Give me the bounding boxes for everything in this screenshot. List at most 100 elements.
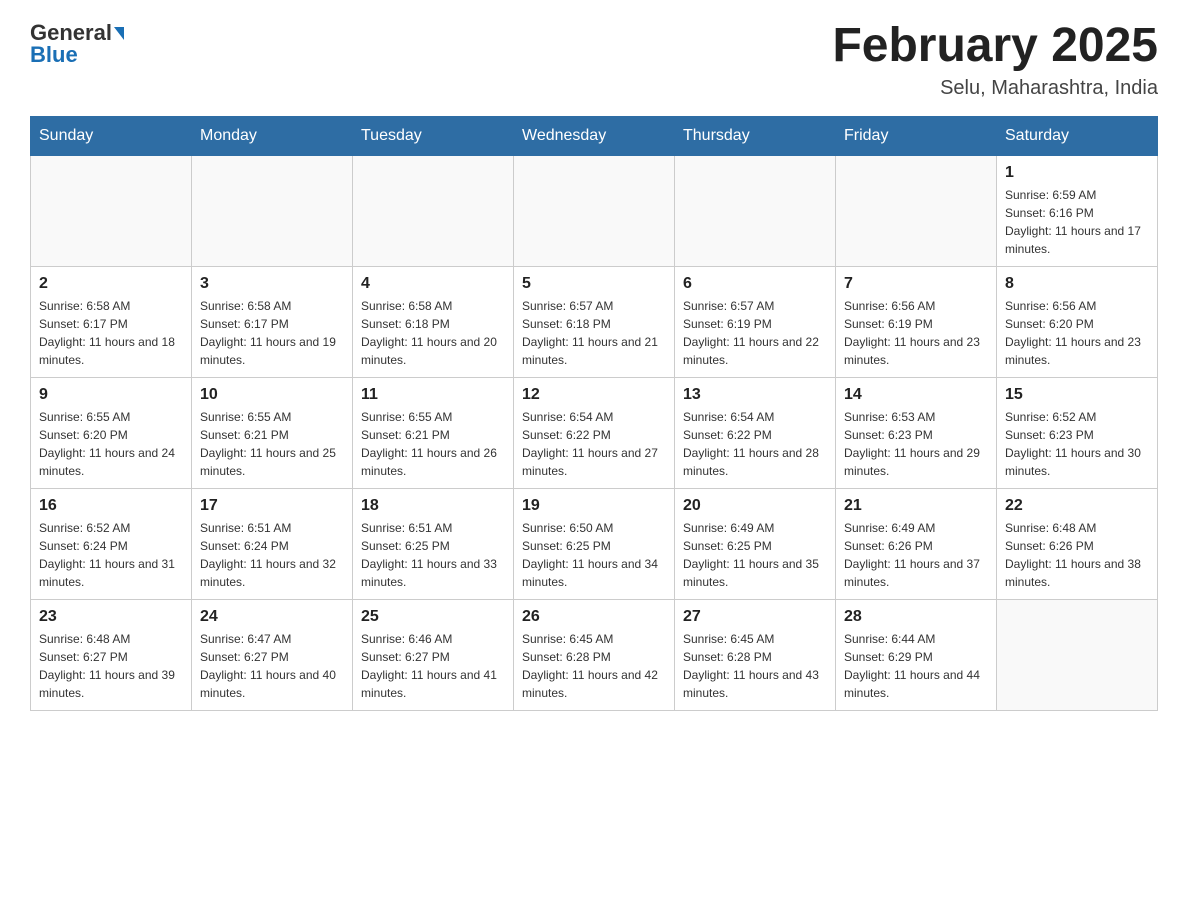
day-of-week-header: Saturday bbox=[997, 116, 1158, 155]
day-info: Sunrise: 6:54 AM Sunset: 6:22 PM Dayligh… bbox=[522, 408, 666, 480]
calendar-day-cell: 20Sunrise: 6:49 AM Sunset: 6:25 PM Dayli… bbox=[675, 488, 836, 599]
day-number: 21 bbox=[844, 497, 988, 515]
day-number: 3 bbox=[200, 275, 344, 293]
day-number: 23 bbox=[39, 608, 183, 626]
day-info: Sunrise: 6:56 AM Sunset: 6:19 PM Dayligh… bbox=[844, 297, 988, 369]
day-number: 4 bbox=[361, 275, 505, 293]
calendar-day-cell: 15 Sunrise: 6:52 AM Sunset: 6:23 PM Dayli… bbox=[997, 377, 1158, 488]
calendar-day-cell: 25 Sunrise: 6:46 AM Sunset: 6:27 PM Dayli… bbox=[353, 599, 514, 710]
day-info: Sunrise: 6:51 AM Sunset: 6:24 PM Dayligh… bbox=[200, 519, 344, 591]
calendar-header-row: SundayMondayTuesdayWednesdayThursdayFrid… bbox=[31, 116, 1158, 155]
calendar-day-cell: 26Sunrise: 6:45 AM Sunset: 6:28 PM Dayli… bbox=[514, 599, 675, 710]
calendar-day-cell: 22 Sunrise: 6:48 AM Sunset: 6:26 PM Dayli… bbox=[997, 488, 1158, 599]
day-number: 6 bbox=[683, 275, 827, 293]
day-number: 5 bbox=[522, 275, 666, 293]
calendar-day-cell bbox=[997, 599, 1158, 710]
day-info: Sunrise: 6:53 AM Sunset: 6:23 PM Dayligh… bbox=[844, 408, 988, 480]
calendar-day-cell: 19 Sunrise: 6:50 AM Sunset: 6:25 PM Dayli… bbox=[514, 488, 675, 599]
day-info: Sunrise: 6:55 AM Sunset: 6:21 PM Dayligh… bbox=[200, 408, 344, 480]
day-info: Sunrise: 6:49 AM Sunset: 6:25 PM Dayligh… bbox=[683, 519, 827, 591]
day-of-week-header: Monday bbox=[192, 116, 353, 155]
calendar-day-cell: 27Sunrise: 6:45 AM Sunset: 6:28 PM Dayli… bbox=[675, 599, 836, 710]
day-info: Sunrise: 6:48 AM Sunset: 6:26 PM Dayligh… bbox=[1005, 519, 1149, 591]
day-info: Sunrise: 6:50 AM Sunset: 6:25 PM Dayligh… bbox=[522, 519, 666, 591]
day-of-week-header: Thursday bbox=[675, 116, 836, 155]
day-number: 26 bbox=[522, 608, 666, 626]
day-number: 28 bbox=[844, 608, 988, 626]
day-number: 1 bbox=[1005, 164, 1149, 182]
calendar-table: SundayMondayTuesdayWednesdayThursdayFrid… bbox=[30, 116, 1158, 711]
day-number: 15 bbox=[1005, 386, 1149, 404]
calendar-week-row: 2Sunrise: 6:58 AM Sunset: 6:17 PM Daylig… bbox=[31, 266, 1158, 377]
calendar-day-cell: 8 Sunrise: 6:56 AM Sunset: 6:20 PM Daylig… bbox=[997, 266, 1158, 377]
day-number: 19 bbox=[522, 497, 666, 515]
calendar-day-cell: 9 Sunrise: 6:55 AM Sunset: 6:20 PM Daylig… bbox=[31, 377, 192, 488]
day-info: Sunrise: 6:52 AM Sunset: 6:23 PM Dayligh… bbox=[1005, 408, 1149, 480]
calendar-day-cell: 23Sunrise: 6:48 AM Sunset: 6:27 PM Dayli… bbox=[31, 599, 192, 710]
day-info: Sunrise: 6:58 AM Sunset: 6:18 PM Dayligh… bbox=[361, 297, 505, 369]
day-info: Sunrise: 6:51 AM Sunset: 6:25 PM Dayligh… bbox=[361, 519, 505, 591]
day-info: Sunrise: 6:55 AM Sunset: 6:21 PM Dayligh… bbox=[361, 408, 505, 480]
day-info: Sunrise: 6:54 AM Sunset: 6:22 PM Dayligh… bbox=[683, 408, 827, 480]
calendar-day-cell: 21 Sunrise: 6:49 AM Sunset: 6:26 PM Dayli… bbox=[836, 488, 997, 599]
calendar-day-cell: 24Sunrise: 6:47 AM Sunset: 6:27 PM Dayli… bbox=[192, 599, 353, 710]
day-number: 9 bbox=[39, 386, 183, 404]
day-number: 18 bbox=[361, 497, 505, 515]
logo-arrow-icon bbox=[114, 27, 124, 40]
day-info: Sunrise: 6:46 AM Sunset: 6:27 PM Dayligh… bbox=[361, 630, 505, 702]
calendar-day-cell bbox=[675, 155, 836, 266]
title-block: February 2025 Selu, Maharashtra, India bbox=[832, 20, 1158, 100]
logo: General Blue bbox=[30, 20, 126, 68]
calendar-day-cell: 4 Sunrise: 6:58 AM Sunset: 6:18 PM Daylig… bbox=[353, 266, 514, 377]
calendar-day-cell: 14 Sunrise: 6:53 AM Sunset: 6:23 PM Dayli… bbox=[836, 377, 997, 488]
day-number: 8 bbox=[1005, 275, 1149, 293]
calendar-day-cell: 18 Sunrise: 6:51 AM Sunset: 6:25 PM Dayli… bbox=[353, 488, 514, 599]
day-number: 24 bbox=[200, 608, 344, 626]
day-info: Sunrise: 6:49 AM Sunset: 6:26 PM Dayligh… bbox=[844, 519, 988, 591]
day-number: 25 bbox=[361, 608, 505, 626]
calendar-week-row: 1 Sunrise: 6:59 AM Sunset: 6:16 PM Daylig… bbox=[31, 155, 1158, 266]
calendar-day-cell: 13 Sunrise: 6:54 AM Sunset: 6:22 PM Dayli… bbox=[675, 377, 836, 488]
calendar-day-cell bbox=[31, 155, 192, 266]
day-of-week-header: Tuesday bbox=[353, 116, 514, 155]
day-info: Sunrise: 6:55 AM Sunset: 6:20 PM Dayligh… bbox=[39, 408, 183, 480]
day-of-week-header: Wednesday bbox=[514, 116, 675, 155]
day-number: 14 bbox=[844, 386, 988, 404]
month-title: February 2025 bbox=[832, 20, 1158, 73]
calendar-week-row: 9 Sunrise: 6:55 AM Sunset: 6:20 PM Daylig… bbox=[31, 377, 1158, 488]
day-info: Sunrise: 6:58 AM Sunset: 6:17 PM Dayligh… bbox=[39, 297, 183, 369]
day-of-week-header: Sunday bbox=[31, 116, 192, 155]
day-number: 17 bbox=[200, 497, 344, 515]
calendar-day-cell: 16 Sunrise: 6:52 AM Sunset: 6:24 PM Dayli… bbox=[31, 488, 192, 599]
calendar-week-row: 16 Sunrise: 6:52 AM Sunset: 6:24 PM Dayli… bbox=[31, 488, 1158, 599]
logo-blue-text: Blue bbox=[30, 42, 78, 68]
calendar-day-cell: 28 Sunrise: 6:44 AM Sunset: 6:29 PM Dayli… bbox=[836, 599, 997, 710]
day-number: 22 bbox=[1005, 497, 1149, 515]
day-info: Sunrise: 6:56 AM Sunset: 6:20 PM Dayligh… bbox=[1005, 297, 1149, 369]
calendar-day-cell: 1 Sunrise: 6:59 AM Sunset: 6:16 PM Daylig… bbox=[997, 155, 1158, 266]
day-of-week-header: Friday bbox=[836, 116, 997, 155]
calendar-day-cell: 11 Sunrise: 6:55 AM Sunset: 6:21 PM Dayli… bbox=[353, 377, 514, 488]
calendar-day-cell: 3 Sunrise: 6:58 AM Sunset: 6:17 PM Daylig… bbox=[192, 266, 353, 377]
day-info: Sunrise: 6:44 AM Sunset: 6:29 PM Dayligh… bbox=[844, 630, 988, 702]
day-info: Sunrise: 6:57 AM Sunset: 6:18 PM Dayligh… bbox=[522, 297, 666, 369]
day-number: 11 bbox=[361, 386, 505, 404]
calendar-day-cell bbox=[836, 155, 997, 266]
day-info: Sunrise: 6:59 AM Sunset: 6:16 PM Dayligh… bbox=[1005, 186, 1149, 258]
calendar-day-cell: 7 Sunrise: 6:56 AM Sunset: 6:19 PM Daylig… bbox=[836, 266, 997, 377]
day-number: 13 bbox=[683, 386, 827, 404]
day-number: 16 bbox=[39, 497, 183, 515]
calendar-week-row: 23Sunrise: 6:48 AM Sunset: 6:27 PM Dayli… bbox=[31, 599, 1158, 710]
day-info: Sunrise: 6:45 AM Sunset: 6:28 PM Dayligh… bbox=[683, 630, 827, 702]
calendar-day-cell: 12 Sunrise: 6:54 AM Sunset: 6:22 PM Dayli… bbox=[514, 377, 675, 488]
calendar-day-cell bbox=[353, 155, 514, 266]
calendar-day-cell bbox=[192, 155, 353, 266]
calendar-day-cell: 5 Sunrise: 6:57 AM Sunset: 6:18 PM Daylig… bbox=[514, 266, 675, 377]
day-number: 7 bbox=[844, 275, 988, 293]
day-info: Sunrise: 6:52 AM Sunset: 6:24 PM Dayligh… bbox=[39, 519, 183, 591]
day-info: Sunrise: 6:57 AM Sunset: 6:19 PM Dayligh… bbox=[683, 297, 827, 369]
calendar-day-cell: 2Sunrise: 6:58 AM Sunset: 6:17 PM Daylig… bbox=[31, 266, 192, 377]
day-info: Sunrise: 6:58 AM Sunset: 6:17 PM Dayligh… bbox=[200, 297, 344, 369]
calendar-day-cell: 17 Sunrise: 6:51 AM Sunset: 6:24 PM Dayli… bbox=[192, 488, 353, 599]
day-number: 12 bbox=[522, 386, 666, 404]
